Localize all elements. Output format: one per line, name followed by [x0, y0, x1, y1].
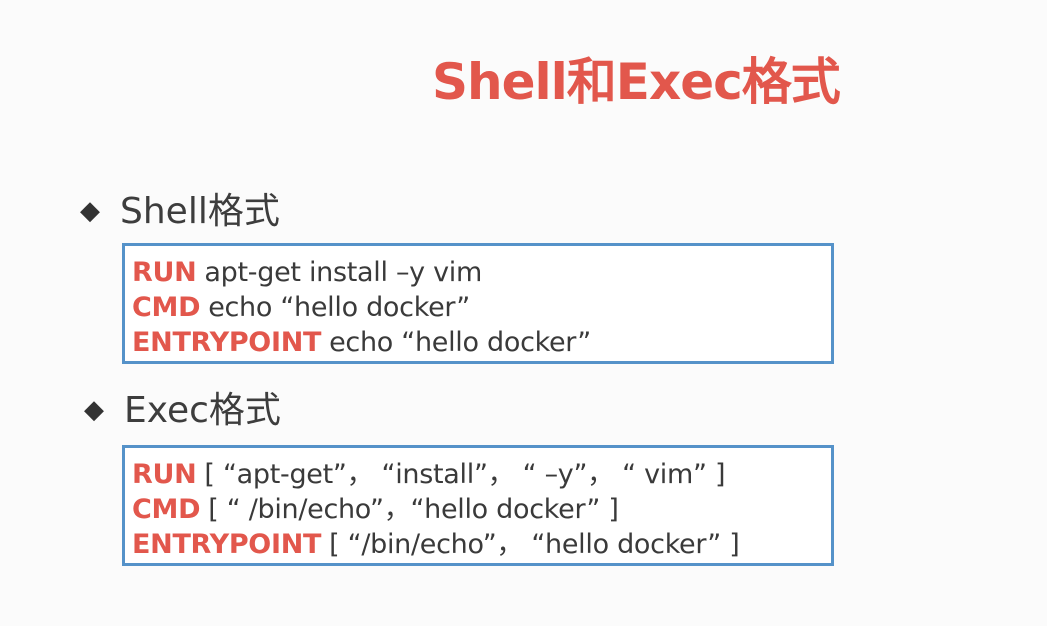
keyword-run: RUN: [132, 257, 197, 288]
exec-code-box: RUN[ “apt-get”， “install”， “ –y”， “ vim”…: [122, 445, 834, 566]
keyword-entrypoint: ENTRYPOINT: [132, 327, 322, 358]
slide-title: Shell和Exec格式: [432, 53, 841, 111]
code-line-run: RUN apt-get install –y vim: [132, 255, 831, 290]
diamond-bullet-icon: ◆: [80, 196, 100, 226]
section-heading-label: Shell格式: [120, 191, 280, 232]
code-line-entrypoint: ENTRYPOINT[ “/bin/echo”， “hello docker” …: [132, 527, 831, 562]
keyword-cmd: CMD: [132, 494, 201, 525]
code-line-run: RUN[ “apt-get”， “install”， “ –y”， “ vim”…: [132, 457, 831, 492]
code-line-entrypoint: ENTRYPOINT echo “hello docker”: [132, 325, 831, 360]
section-heading-shell: ◆ Shell格式: [80, 190, 280, 233]
code-line-cmd: CMD[ “ /bin/echo”，“hello docker” ]: [132, 492, 831, 527]
code-text: [ “/bin/echo”， “hello docker” ]: [329, 529, 740, 560]
code-text: [ “apt-get”， “install”， “ –y”， “ vim” ]: [204, 459, 726, 490]
code-text: [ “ /bin/echo”，“hello docker” ]: [208, 494, 619, 525]
keyword-entrypoint: ENTRYPOINT: [132, 529, 322, 560]
section-heading-label: Exec格式: [124, 390, 281, 431]
code-text: apt-get install –y vim: [204, 257, 482, 288]
keyword-run: RUN: [132, 459, 197, 490]
code-line-cmd: CMD echo “hello docker”: [132, 290, 831, 325]
section-heading-exec: ◆ Exec格式: [84, 389, 281, 432]
keyword-cmd: CMD: [132, 292, 201, 323]
diamond-bullet-icon: ◆: [84, 395, 104, 425]
code-text: echo “hello docker”: [329, 327, 591, 358]
shell-code-box: RUN apt-get install –y vim CMD echo “hello…: [122, 243, 834, 364]
code-text: echo “hello docker”: [208, 292, 470, 323]
